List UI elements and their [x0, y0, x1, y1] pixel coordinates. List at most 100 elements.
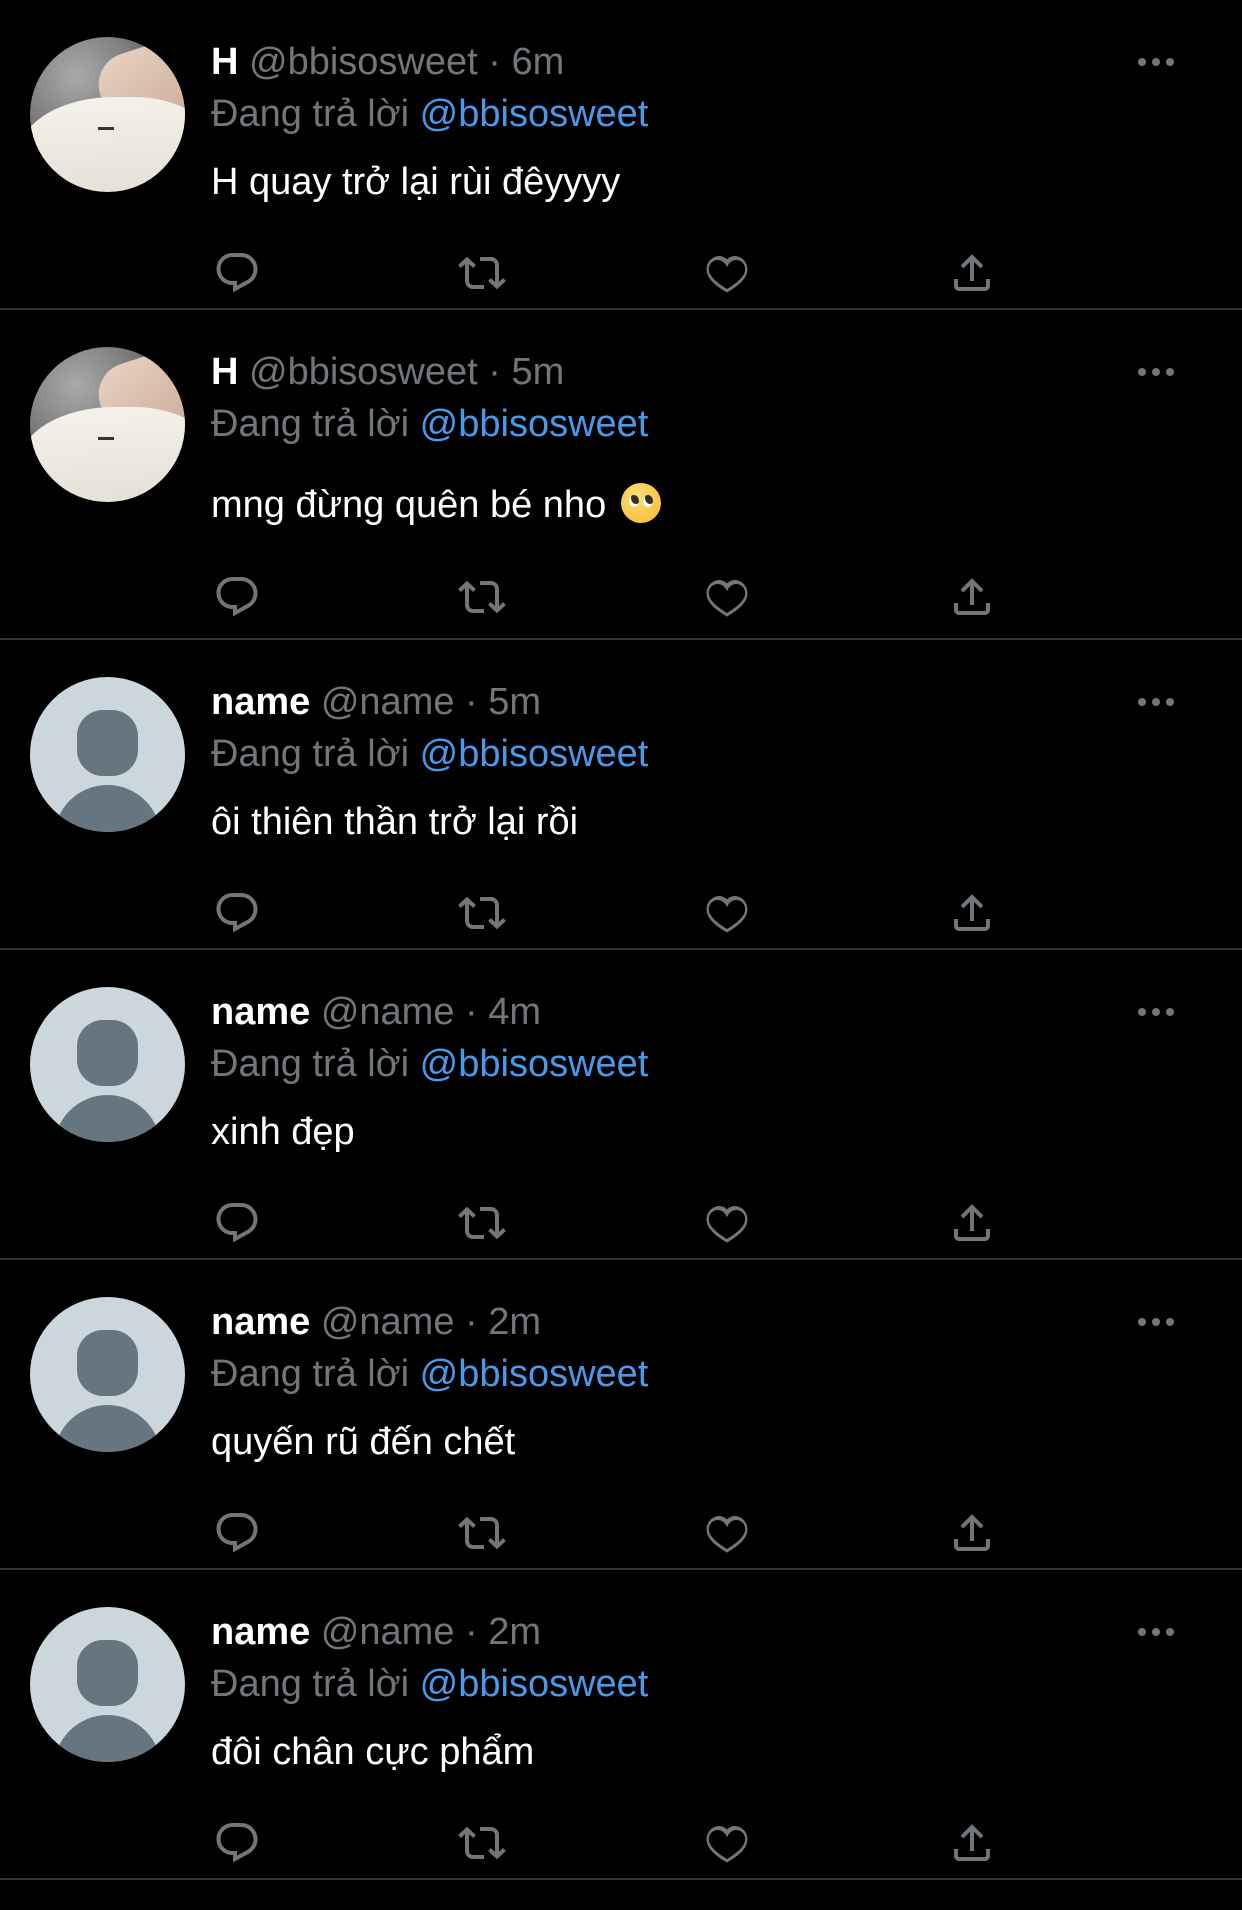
avatar[interactable] [30, 987, 185, 1142]
display-name[interactable]: H [211, 351, 238, 393]
more-icon[interactable] [1134, 1300, 1178, 1344]
timestamp[interactable]: 2m [488, 1611, 541, 1653]
retweet-icon[interactable] [455, 1816, 509, 1870]
replying-to: Đang trả lời @bbisosweet [211, 1660, 648, 1708]
tweet-text: ôi thiên thần trở lại rồi [211, 801, 579, 843]
like-icon[interactable] [700, 1816, 754, 1870]
tweet[interactable]: name @name · 2m Đang trả lời @bbisosweet… [0, 1570, 1242, 1880]
handle[interactable]: @bbisosweet [249, 41, 478, 83]
tweet[interactable]: H @bbisosweet · 6m Đang trả lời @bbisosw… [0, 0, 1242, 310]
action-bar [210, 1506, 1010, 1560]
tweet[interactable]: name @name · 4m Đang trả lời @bbisosweet… [0, 950, 1242, 1260]
share-icon[interactable] [945, 1816, 999, 1870]
tweet-header: name @name · 2m [211, 1298, 541, 1346]
tweet-header: H @bbisosweet · 5m [211, 348, 564, 396]
avatar[interactable] [30, 677, 185, 832]
timestamp[interactable]: 2m [488, 1301, 541, 1343]
reply-prefix: Đang trả lời [211, 1663, 410, 1705]
separator: · [488, 41, 501, 83]
retweet-icon[interactable] [455, 246, 509, 300]
separator: · [488, 351, 501, 393]
display-name[interactable]: name [211, 1301, 310, 1343]
replying-to: Đang trả lời @bbisosweet [211, 1350, 648, 1398]
handle[interactable]: @name [321, 991, 455, 1033]
more-icon[interactable] [1134, 350, 1178, 394]
reply-prefix: Đang trả lời [211, 403, 410, 445]
display-name[interactable]: name [211, 681, 310, 723]
more-icon[interactable] [1134, 1610, 1178, 1654]
tweet-header: name @name · 2m [211, 1608, 541, 1656]
like-icon[interactable] [700, 1506, 754, 1560]
tweet-text: đôi chân cực phẩm [211, 1731, 535, 1773]
action-bar [210, 1196, 1010, 1250]
reply-prefix: Đang trả lời [211, 1043, 410, 1085]
mention-link[interactable]: @bbisosweet [420, 93, 649, 135]
reply-icon[interactable] [210, 1816, 264, 1870]
reply-icon[interactable] [210, 570, 264, 624]
reply-icon[interactable] [210, 246, 264, 300]
replying-to: Đang trả lời @bbisosweet [211, 1040, 648, 1088]
display-name[interactable]: name [211, 991, 310, 1033]
retweet-icon[interactable] [455, 1196, 509, 1250]
reply-icon[interactable] [210, 1506, 264, 1560]
tweet-text: mng đừng quên bé nho [211, 481, 661, 529]
more-icon[interactable] [1134, 990, 1178, 1034]
mention-link[interactable]: @bbisosweet [420, 733, 649, 775]
replying-to: Đang trả lời @bbisosweet [211, 400, 648, 448]
share-icon[interactable] [945, 570, 999, 624]
replying-to: Đang trả lời @bbisosweet [211, 90, 648, 138]
like-icon[interactable] [700, 886, 754, 940]
mention-link[interactable]: @bbisosweet [420, 1043, 649, 1085]
tweet[interactable]: H @bbisosweet · 5m Đang trả lời @bbisosw… [0, 310, 1242, 640]
avatar[interactable] [30, 1607, 185, 1762]
timestamp[interactable]: 6m [511, 41, 564, 83]
action-bar [210, 570, 1010, 624]
avatar[interactable] [30, 1297, 185, 1452]
action-bar [210, 886, 1010, 940]
tweet-text-content: mng đừng quên bé nho [211, 484, 607, 526]
reply-prefix: Đang trả lời [211, 93, 410, 135]
mention-link[interactable]: @bbisosweet [420, 1663, 649, 1705]
timestamp[interactable]: 5m [511, 351, 564, 393]
share-icon[interactable] [945, 1196, 999, 1250]
mention-link[interactable]: @bbisosweet [420, 1353, 649, 1395]
separator: · [465, 991, 478, 1033]
timestamp[interactable]: 4m [488, 991, 541, 1033]
retweet-icon[interactable] [455, 570, 509, 624]
separator: · [465, 681, 478, 723]
reply-icon[interactable] [210, 886, 264, 940]
share-icon[interactable] [945, 886, 999, 940]
handle[interactable]: @name [321, 681, 455, 723]
more-icon[interactable] [1134, 680, 1178, 724]
tweet[interactable]: name @name · 2m Đang trả lời @bbisosweet… [0, 1260, 1242, 1570]
avatar[interactable] [30, 37, 185, 192]
reply-prefix: Đang trả lời [211, 733, 410, 775]
like-icon[interactable] [700, 570, 754, 624]
mention-link[interactable]: @bbisosweet [420, 403, 649, 445]
timestamp[interactable]: 5m [488, 681, 541, 723]
like-icon[interactable] [700, 1196, 754, 1250]
action-bar [210, 1816, 1010, 1870]
avatar[interactable] [30, 347, 185, 502]
tweet-header: H @bbisosweet · 6m [211, 38, 564, 86]
more-icon[interactable] [1134, 40, 1178, 84]
pleading-face-emoji-icon [620, 483, 661, 523]
display-name[interactable]: H [211, 41, 238, 83]
separator: · [465, 1301, 478, 1343]
retweet-icon[interactable] [455, 886, 509, 940]
tweet-text: quyến rũ đến chết [211, 1421, 516, 1463]
share-icon[interactable] [945, 1506, 999, 1560]
reply-thread: H @bbisosweet · 6m Đang trả lời @bbisosw… [0, 0, 1242, 1880]
handle[interactable]: @bbisosweet [249, 351, 478, 393]
display-name[interactable]: name [211, 1611, 310, 1653]
share-icon[interactable] [945, 246, 999, 300]
action-bar [210, 246, 1010, 300]
tweet-text: H quay trở lại rùi đêyyyy [211, 161, 621, 203]
tweet[interactable]: name @name · 5m Đang trả lời @bbisosweet… [0, 640, 1242, 950]
like-icon[interactable] [700, 246, 754, 300]
handle[interactable]: @name [321, 1301, 455, 1343]
reply-prefix: Đang trả lời [211, 1353, 410, 1395]
reply-icon[interactable] [210, 1196, 264, 1250]
retweet-icon[interactable] [455, 1506, 509, 1560]
handle[interactable]: @name [321, 1611, 455, 1653]
